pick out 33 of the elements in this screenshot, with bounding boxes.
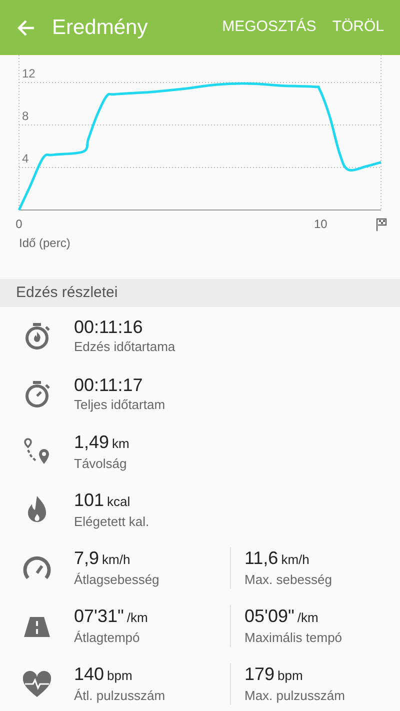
- x-tick-label: 0: [16, 217, 22, 231]
- stat-label: Teljes időtartam: [74, 396, 166, 414]
- stat-label: Átlagtempó: [74, 629, 141, 647]
- x-axis-title: Idő (perc): [19, 236, 70, 250]
- stat-label: Maximális tempó: [244, 629, 344, 647]
- finish-flag-icon: [376, 218, 387, 231]
- stat-label: Edzés időtartama: [74, 338, 176, 356]
- section-header: Edzés részletei: [0, 279, 400, 307]
- x-tick-label: 10: [314, 217, 328, 231]
- stat-value: 140 bpm: [74, 663, 134, 686]
- stat-label: Max. pulzusszám: [244, 687, 346, 705]
- action-button[interactable]: TÖRÖL: [324, 16, 392, 39]
- y-tick-label: 12: [22, 66, 36, 80]
- stat-value: 00:11:17: [74, 374, 144, 396]
- stat-value: 05'09" /km: [244, 605, 320, 628]
- stat-label: Max. sebesség: [244, 571, 333, 589]
- stat-value: 179 bpm: [244, 663, 304, 686]
- stat-value: 101 kcal: [74, 489, 132, 512]
- stat-value: 1,49 km: [74, 431, 130, 454]
- stat-value: 7,9 km/h: [74, 547, 132, 570]
- y-tick-label: 4: [22, 152, 29, 166]
- stat-label: Átlagsebesség: [74, 571, 160, 589]
- stat-label: Távolság: [74, 455, 128, 473]
- stat-label: Átl. pulzusszám: [74, 687, 166, 705]
- back-arrow-icon: [16, 18, 36, 38]
- stat-value: 11,6 km/h: [244, 547, 310, 570]
- y-tick-label: 8: [22, 109, 29, 123]
- stat-value: 07'31" /km: [74, 605, 149, 628]
- stat-value: 00:11:16: [74, 316, 144, 338]
- screen-title: Eredmény: [52, 14, 148, 41]
- heart-pulse-icon: [22, 669, 52, 699]
- stat-label: Elégetett kal.: [74, 513, 150, 531]
- action-button[interactable]: MEGOSZTÁS: [214, 16, 324, 39]
